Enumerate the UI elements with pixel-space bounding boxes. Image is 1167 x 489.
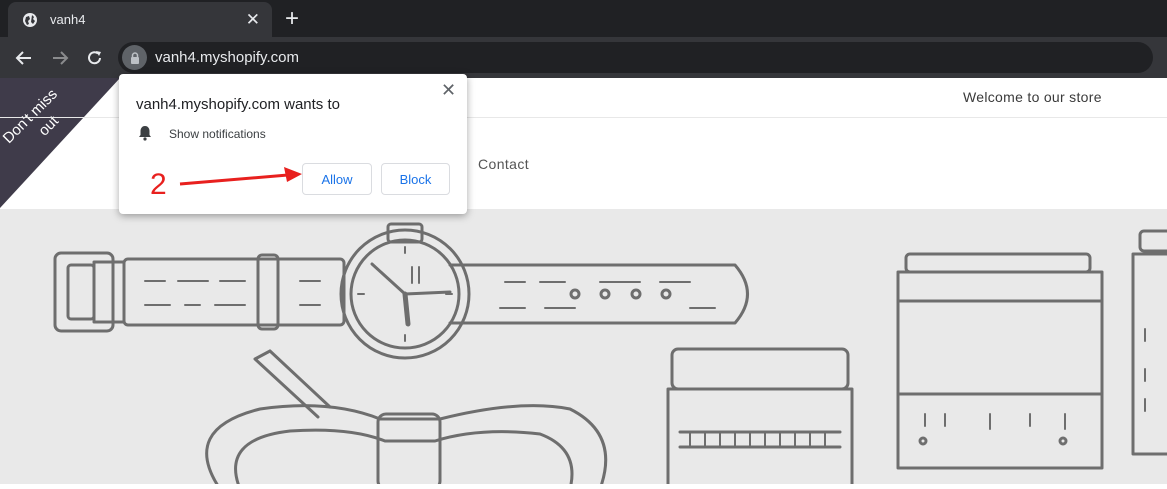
arrow-icon: [179, 167, 302, 186]
address-bar[interactable]: vanh4.myshopify.com: [118, 42, 1153, 73]
reload-icon[interactable]: [83, 46, 107, 70]
tab-title: vanh4: [50, 12, 86, 27]
globe-icon: [23, 12, 37, 27]
promo-ribbon[interactable]: Don't miss out: [0, 78, 120, 208]
bell-icon: [139, 126, 151, 141]
allow-button[interactable]: Allow: [302, 163, 372, 195]
url-text: vanh4.myshopify.com: [155, 49, 299, 66]
close-icon[interactable]: ✕: [246, 10, 260, 30]
browser-toolbar: vanh4.myshopify.com: [0, 37, 1167, 78]
step-number-annotation: 2: [150, 168, 167, 201]
tab-active[interactable]: vanh4 ✕: [8, 2, 272, 37]
close-icon[interactable]: ✕: [441, 80, 456, 101]
permission-label: Show notifications: [169, 127, 266, 141]
hero-illustration: [53, 222, 1167, 489]
hero-banner: [0, 209, 1167, 489]
tab-strip: vanh4 ✕ +: [0, 0, 1167, 37]
block-button[interactable]: Block: [381, 163, 450, 195]
plus-icon[interactable]: +: [285, 5, 299, 33]
popup-title: vanh4.myshopify.com wants to: [136, 96, 340, 113]
nav-contact-link[interactable]: Contact: [478, 156, 529, 172]
welcome-message: Welcome to our store: [963, 89, 1102, 105]
forward-icon[interactable]: [48, 46, 72, 70]
lock-icon[interactable]: [122, 45, 147, 70]
back-icon[interactable]: [12, 46, 36, 70]
